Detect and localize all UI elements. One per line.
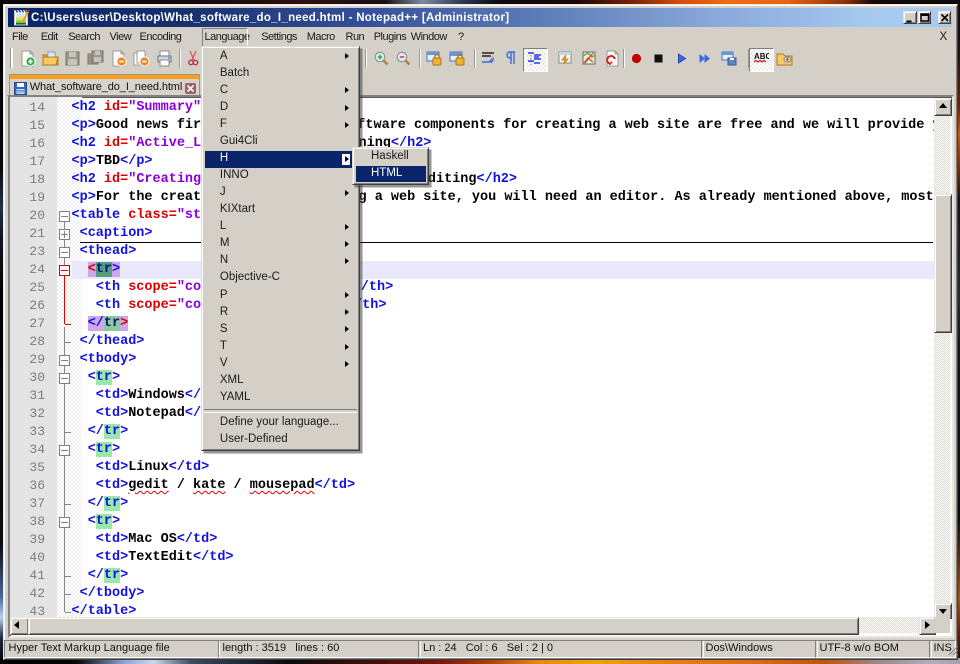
svg-text:ABC: ABC [754,52,769,61]
